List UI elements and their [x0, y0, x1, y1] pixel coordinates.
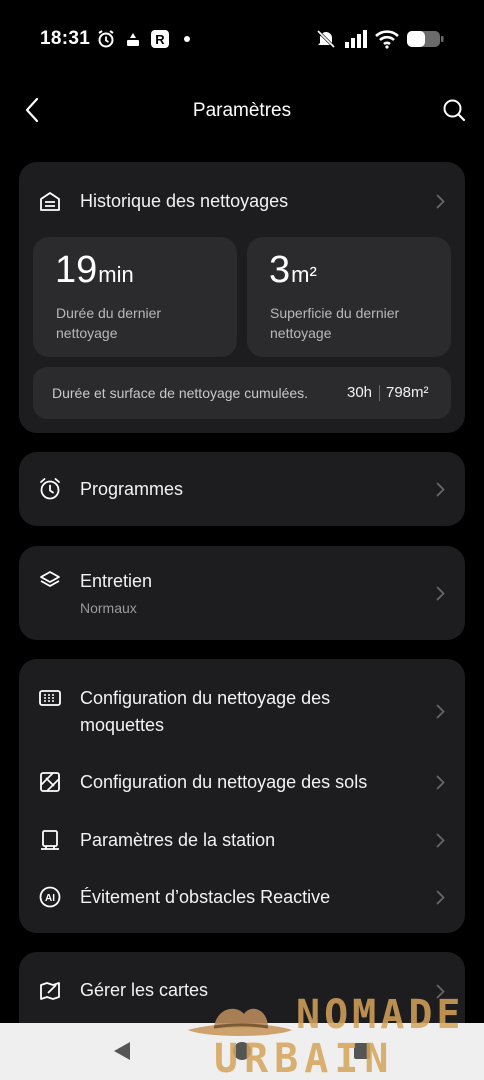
alarm-clock-icon — [37, 476, 63, 502]
wifi-icon — [374, 28, 400, 50]
chevron-right-icon — [433, 888, 447, 906]
cumulative-label: Durée et surface de nettoyage cumulées. — [52, 385, 309, 401]
watermark: NOMADE URBAIN — [180, 992, 484, 1080]
last-duration-box: 19min Durée du dernier nettoyage — [33, 237, 237, 357]
cumulative-area: 798m² — [386, 384, 429, 401]
programmes-label: Programmes — [80, 478, 184, 499]
chevron-right-icon — [433, 702, 447, 720]
last-duration-value: 19min — [55, 249, 134, 292]
triangle-back-icon — [114, 1042, 130, 1060]
svg-text:AI: AI — [45, 893, 55, 904]
last-area-label: Superficie du dernier nettoyage — [270, 305, 400, 341]
camera-icon — [124, 28, 142, 50]
signal-icon — [344, 28, 368, 50]
search-button[interactable] — [440, 96, 468, 124]
history-label: Historique des nettoyages — [80, 190, 289, 211]
ai-icon: AI — [37, 884, 63, 910]
history-row[interactable]: Historique des nettoyages — [19, 186, 465, 216]
history-card: Historique des nettoyages 19min Durée du… — [19, 162, 465, 433]
svg-text:R: R — [155, 32, 165, 47]
carpet-config-line1: Configuration du nettoyage des — [80, 688, 331, 708]
dot-icon — [182, 28, 192, 50]
chevron-right-icon — [433, 773, 447, 791]
divider — [379, 385, 380, 401]
nav-back-button[interactable] — [110, 1039, 134, 1063]
layers-icon — [37, 568, 63, 594]
chevron-right-icon — [433, 480, 447, 498]
programmes-row[interactable]: Programmes — [19, 474, 465, 504]
carpet-config-line2: moquettes — [80, 715, 165, 735]
entretien-label: Entretien — [80, 571, 153, 591]
settings-screen: 18:31 R Paramètres Historique des nettoy… — [0, 0, 484, 1080]
alarm-icon — [95, 28, 117, 50]
station-icon — [37, 827, 63, 853]
last-duration-unit: min — [98, 262, 134, 287]
status-time: 18:31 — [40, 28, 91, 49]
chevron-right-icon — [433, 584, 447, 602]
floor-config-label[interactable]: Configuration du nettoyage des sols — [80, 769, 367, 796]
programmes-card[interactable]: Programmes — [19, 452, 465, 526]
last-duration-label: Durée du dernier nettoyage — [56, 305, 162, 341]
cumulative-stats: Durée et surface de nettoyage cumulées. … — [33, 367, 451, 419]
hat-logo-icon — [188, 1008, 292, 1036]
r-app-icon: R — [150, 28, 170, 50]
chevron-right-icon — [433, 831, 447, 849]
watermark-line1: NOMADE — [296, 992, 465, 1038]
battery-icon — [406, 28, 444, 50]
carpet-icon — [37, 685, 63, 711]
entretien-sub: Normaux — [80, 600, 137, 616]
last-area-value: 3m² — [269, 249, 317, 292]
obstacle-avoidance-label[interactable]: Évitement d’obstacles Reactive — [80, 884, 330, 911]
carpet-config-label[interactable]: Configuration du nettoyage des moquettes — [80, 685, 330, 739]
entretien-card[interactable]: Entretien Normaux — [19, 546, 465, 640]
last-area-box: 3m² Superficie du dernier nettoyage — [247, 237, 451, 357]
mute-icon — [315, 28, 337, 50]
floor-icon — [37, 769, 63, 795]
station-settings-label[interactable]: Paramètres de la station — [80, 827, 275, 854]
configuration-card: Configuration du nettoyage des moquettes… — [19, 659, 465, 933]
history-icon — [37, 188, 63, 214]
chevron-right-icon — [433, 192, 447, 210]
map-icon — [37, 978, 63, 1004]
last-area-unit: m² — [291, 262, 317, 287]
watermark-line2: URBAIN — [214, 1036, 395, 1080]
status-bar: 18:31 R — [0, 0, 484, 80]
cumulative-hours: 30h — [347, 384, 373, 401]
top-app-bar: Paramètres — [0, 86, 484, 136]
page-title: Paramètres — [192, 100, 292, 121]
last-duration-number: 19 — [55, 249, 98, 291]
search-icon — [443, 99, 466, 122]
last-area-number: 3 — [269, 249, 291, 291]
